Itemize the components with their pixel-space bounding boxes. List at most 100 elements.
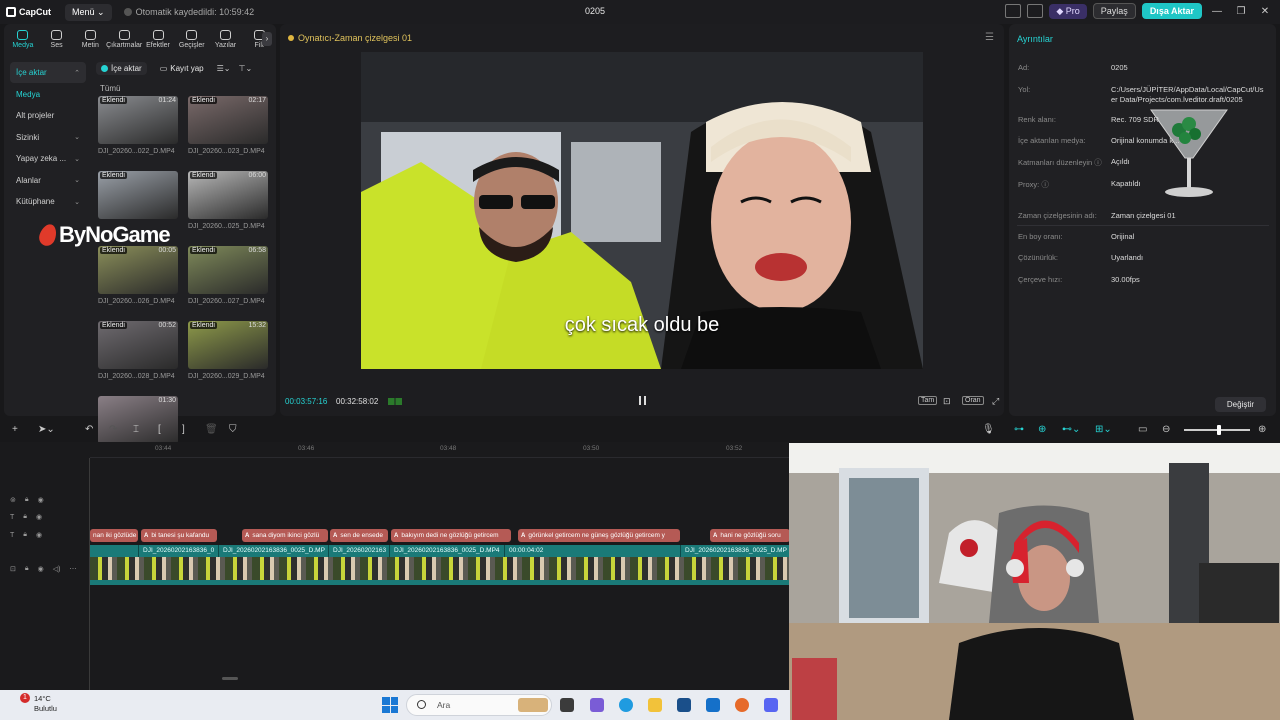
chevron-right-icon[interactable]: › [262,32,272,46]
close-icon[interactable]: ✕ [1256,6,1274,17]
trim-right-icon[interactable]: ] [182,424,185,435]
video-clip-header[interactable]: DJI_20260202163 [329,545,390,557]
sidenav-item[interactable]: Sizinki ⌄ [10,127,86,148]
filter-icon[interactable]: ⊤⌄ [238,64,252,73]
sidenav-item[interactable]: Kütüphane ⌄ [10,191,86,212]
sidenav-item[interactable]: Alt projeler [10,105,86,126]
sidenav-item[interactable]: Yapay zeka ... ⌄ [10,148,86,169]
zoom-slider-handle[interactable] [1217,425,1221,435]
subtitle-toggle-icon[interactable]: ▭ [1138,424,1147,435]
sidenav-item[interactable]: İçe aktar ⌃ [10,62,86,83]
discord-icon[interactable] [764,698,778,712]
file-explorer-icon[interactable] [648,698,662,712]
record-button[interactable]: ▭ Kayıt yap [155,62,209,75]
timeline-scrollbar[interactable] [222,677,238,680]
eye-icon[interactable]: ◉ [38,496,44,504]
task-view-icon[interactable] [560,698,574,712]
lock-icon[interactable]: 🔒︎ [25,496,29,504]
add-track-icon[interactable]: + [12,424,18,435]
change-button[interactable]: Değiştir [1214,397,1266,412]
menu-icon[interactable]: ☰ [985,32,994,43]
link-icon[interactable]: ⊶ [1014,424,1024,435]
media-clip[interactable]: Eklendi 00:05 DJI_20260...026_D.MP4 [98,246,178,318]
text-clip[interactable]: Abakıyım dedi ne gözlüğü getircem [391,529,511,542]
media-clip[interactable]: Eklendi 01:24 DJI_20260...022_D.MP4 [98,96,178,168]
tab-sticker[interactable]: Çıkartmalar [106,24,142,54]
minimize-icon[interactable]: — [1208,6,1226,17]
menu-button[interactable]: Menü ⌄ [65,3,112,21]
sidenav-item[interactable]: Alanlar ⌄ [10,170,86,191]
video-clip-header[interactable]: DJI_20260202163836_0 [139,545,219,557]
video-clip-header[interactable]: 00:00:04:02 [505,545,681,557]
ratio-button[interactable]: Oran [962,396,984,405]
trim-left-icon[interactable]: [ [158,424,161,435]
import-button[interactable]: İçe aktar [96,62,147,75]
fullscreen-icon[interactable]: ⤢ [990,396,1001,407]
snapshot-icon[interactable]: ⊡ [941,396,953,407]
layout-icon[interactable] [1005,4,1022,18]
outlook-icon[interactable] [706,698,720,712]
zoom-in-icon[interactable]: ⊕ [1258,424,1266,435]
media-clip[interactable]: Eklendi 00:52 DJI_20260...028_D.MP4 [98,321,178,393]
lock-icon[interactable]: 🔒︎ [23,531,27,539]
text-clip[interactable]: nan iki gözlüde [90,529,138,542]
split-icon[interactable]: ⌶ [133,424,139,435]
cocktail-glass-image [1150,109,1228,197]
magnet-icon[interactable]: ⊕ [1038,424,1046,435]
video-preview[interactable]: çok sıcak oldu be [361,52,923,369]
lock-icon[interactable]: 🔒︎ [25,565,29,573]
eye-icon[interactable]: ◉ [36,513,42,521]
pro-button[interactable]: ◆ Pro [1049,3,1087,19]
media-clip[interactable]: Eklendi 15:32 DJI_20260...029_D.MP4 [188,321,268,393]
text-clip[interactable]: Asana diyom ikinci gözlü [242,529,328,542]
tab-media[interactable]: Medya [6,24,40,54]
video-clip-filmstrip[interactable] [90,557,790,585]
maximize-icon[interactable]: ❐ [1232,6,1250,17]
tab-captions[interactable]: Yazılar [209,24,243,54]
copilot-icon[interactable] [590,698,604,712]
text-clip[interactable]: Agörünkel getircem ne güneş gözlüğü geti… [518,529,680,542]
media-clip[interactable]: Eklendi 02:17 DJI_20260...023_D.MP4 [188,96,268,168]
more-icon[interactable]: ⋯ [69,565,76,573]
export-button[interactable]: Dışa Aktar [1141,3,1202,19]
lock-icon[interactable]: 🔒︎ [23,513,27,521]
text-clip[interactable]: Ahani ne gözlüğü soru [710,529,790,542]
sort-icon[interactable]: ☰⌄ [217,64,231,73]
tab-transition[interactable]: Geçişler [175,24,209,54]
timeline[interactable]: 03:44 03:46 03:48 03:50 03:52 ⊚ 🔒︎ ◉ T 🔒︎ ◉ T 🔒︎ ◉… [0,442,790,690]
undo-icon[interactable]: ↶ [85,424,93,435]
microphone-icon[interactable]: 🎙 [982,424,995,435]
tab-audio[interactable]: Ses [40,24,74,54]
tab-effects[interactable]: Efektler [141,24,175,54]
video-clip-header[interactable]: DJI_20260202163836_0025_D.MP [681,545,790,557]
speaker-icon[interactable]: ◁) [53,565,61,573]
select-tool-icon[interactable]: ➤⌄ [38,424,55,435]
preview-axis-icon[interactable]: ⊞⌄ [1095,424,1112,435]
video-clip-header[interactable]: DJI_20260202163836_0025_D.MP [219,545,329,557]
share-button[interactable]: Paylaş [1092,3,1136,19]
delete-icon[interactable]: 🗑 [205,424,218,435]
marker-icon[interactable]: ⛉ [229,424,237,435]
firefox-icon[interactable] [735,698,749,712]
text-clip[interactable]: Asen de ensede [330,529,388,542]
edge-icon[interactable] [619,698,633,712]
video-clip-header[interactable] [90,545,139,557]
eye-icon[interactable]: ◉ [38,565,44,573]
time-ruler[interactable]: 03:44 03:46 03:48 03:50 03:52 [90,442,790,458]
tab-text[interactable]: Metin [73,24,107,54]
pause-icon[interactable] [639,396,646,405]
media-clip[interactable]: Eklendi 06:58 DJI_20260...027_D.MP4 [188,246,268,318]
weather-widget[interactable]: 1 14°C Bulutlu [14,693,57,714]
store-icon[interactable] [677,698,691,712]
snap-icon[interactable]: ⊷⌄ [1062,424,1080,435]
full-button[interactable]: Tam [918,396,938,405]
sidenav-item[interactable]: Medya [10,84,86,105]
eye-icon[interactable]: ◉ [36,531,42,539]
shortcuts-icon[interactable] [1027,4,1044,18]
text-clip[interactable]: Abi tanesi şu kafandu [141,529,217,542]
redo-icon[interactable]: ↷ [109,424,117,435]
zoom-out-icon[interactable]: ⊖ [1162,424,1170,435]
media-clip[interactable]: Eklendi 06:00 DJI_20260...025_D.MP4 [188,171,268,243]
video-clip-header[interactable]: DJI_20260202163836_0025_D.MP4 [390,545,505,557]
windows-start-icon[interactable] [382,697,398,713]
